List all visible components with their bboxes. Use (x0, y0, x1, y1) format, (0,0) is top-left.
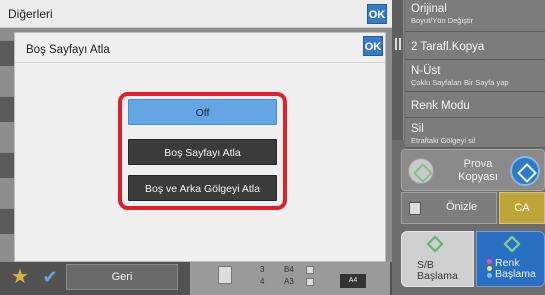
paper-size-badge: A4 (340, 274, 366, 288)
prova-kopyasi-button[interactable]: Prova Kopyası (401, 149, 545, 191)
option-off-button[interactable]: Off (128, 99, 277, 125)
tray-3-number: 3 (260, 265, 265, 274)
background-strip (0, 96, 14, 122)
check-icon[interactable]: ✔ (36, 264, 64, 290)
sb-baslama-button[interactable]: S/B Başlama (401, 231, 474, 287)
grip-icon (395, 38, 401, 50)
renk-baslama-button[interactable]: Renk Başlama (476, 231, 545, 287)
function-label: 2 Tarafl.Kopya (411, 41, 485, 53)
background-strip (0, 40, 14, 66)
digerleri-title: Diğerleri (8, 7, 53, 21)
prova-kopyasi-label: Prova Kopyası (458, 158, 498, 183)
function-sublabel: Etraftaki Gölgeyi sil (411, 136, 476, 145)
green-diamond-icon (426, 235, 444, 253)
background-strip (0, 208, 14, 234)
blue-diamond-icon (510, 156, 540, 186)
sb-baslama-label: S/B Başlama (417, 259, 458, 282)
paper-status-area: 3 B4 4 A3 A4 (190, 262, 390, 295)
function-sublabel: Boyut/Yön Değiştir (411, 16, 474, 25)
green-diamond-icon (503, 235, 521, 253)
function-label: Sil (411, 123, 424, 135)
function-n-ust[interactable]: N-Üst Çoklu Sayfaları Bir Sayfa yap (405, 60, 545, 92)
function-label: Renk Modu (411, 100, 470, 112)
onizle-label: Önizle (446, 201, 478, 213)
function-sil[interactable]: Sil Etraftaki Gölgeyi sil (405, 118, 545, 148)
panel-collapse-tab[interactable] (392, 0, 404, 140)
background-strip (0, 152, 14, 178)
onizle-button[interactable]: Önizle (401, 192, 497, 224)
color-dots-icon (487, 259, 493, 280)
tray-3-size: B4 (284, 265, 294, 274)
bos-sayfayi-atla-title-bar: Boş Sayfayı Atla (15, 33, 385, 63)
bos-sayfayi-atla-title: Boş Sayfayı Atla (26, 44, 110, 56)
digerleri-title-bar: Diğerleri (0, 0, 392, 28)
function-2-tarafli-kopya[interactable]: 2 Tarafl.Kopya (405, 32, 545, 60)
function-label: N-Üst (411, 65, 441, 77)
tray-indicator-icon (306, 266, 314, 274)
function-sublabel: Çoklu Sayfaları Bir Sayfa yap (411, 78, 509, 87)
function-label: Orijinal (411, 3, 447, 15)
inner-ok-button[interactable]: OK (363, 36, 383, 56)
geri-button[interactable]: Geri (66, 264, 178, 290)
outer-ok-button[interactable]: OK (367, 4, 387, 24)
tray-4-number: 4 (260, 277, 265, 286)
printer-icon (218, 266, 232, 284)
tray-indicator-icon (306, 278, 314, 286)
ca-button[interactable]: CA (499, 192, 545, 224)
preview-icon (409, 202, 421, 215)
option-bos-ve-arka-golgeyi-atla-button[interactable]: Boş ve Arka Gölgeyi Atla (128, 175, 277, 201)
function-renk-modu[interactable]: Renk Modu (405, 92, 545, 118)
green-diamond-icon (408, 158, 434, 184)
star-icon[interactable]: ★ (6, 264, 34, 290)
option-bos-sayfayi-atla-button[interactable]: Boş Sayfayı Atla (128, 139, 277, 165)
function-orijinal[interactable]: Orijinal Boyut/Yön Değiştir (405, 0, 545, 32)
renk-baslama-label: Renk Başlama (495, 257, 536, 280)
tray-4-size: A3 (284, 277, 294, 286)
